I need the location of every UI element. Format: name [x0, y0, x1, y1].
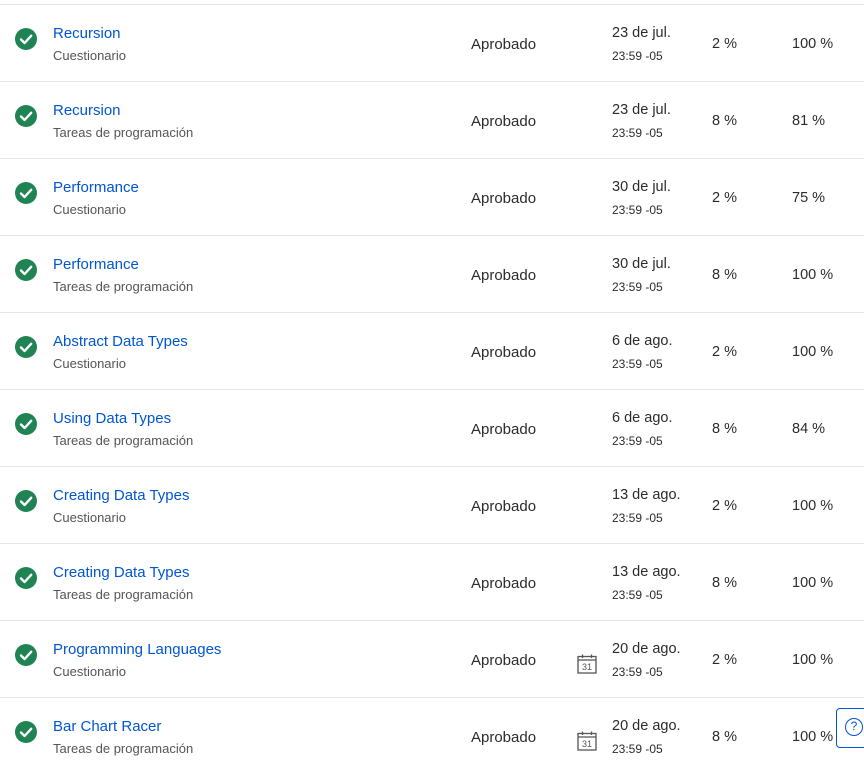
status-text: Aprobado [471, 36, 537, 53]
assignment-type: Cuestionario [53, 356, 126, 371]
status-text: Aprobado [471, 267, 537, 284]
assignment-type: Cuestionario [53, 664, 126, 679]
assignment-type: Cuestionario [53, 202, 126, 217]
due-date: 20 de ago. [612, 641, 681, 657]
due-time: 23:59 -05 [612, 49, 663, 63]
status-text: Aprobado [471, 113, 537, 130]
weight-value: 2 % [712, 344, 737, 360]
assignment-title-link[interactable]: Creating Data Types [53, 487, 189, 504]
help-button[interactable]: ? [836, 708, 864, 748]
assignment-title-link[interactable]: Bar Chart Racer [53, 718, 161, 735]
assignment-title-link[interactable]: Recursion [53, 102, 121, 119]
status-text: Aprobado [471, 498, 537, 515]
due-time: 23:59 -05 [612, 665, 663, 679]
table-row: Abstract Data Types Cuestionario Aprobad… [0, 313, 864, 390]
due-date: 30 de jul. [612, 256, 671, 272]
check-circle-icon [15, 336, 37, 358]
due-time: 23:59 -05 [612, 357, 663, 371]
weight-value: 8 % [712, 421, 737, 437]
grade-value: 84 % [792, 421, 826, 437]
table-row: Performance Cuestionario Aprobado 30 de … [0, 159, 864, 236]
assignment-title-link[interactable]: Performance [53, 179, 139, 196]
assignment-title-link[interactable]: Recursion [53, 25, 121, 42]
due-date: 23 de jul. [612, 102, 671, 118]
check-circle-icon [15, 413, 37, 435]
table-row: Creating Data Types Cuestionario Aprobad… [0, 467, 864, 544]
weight-value: 2 % [712, 652, 737, 668]
due-date: 13 de ago. [612, 487, 681, 503]
grade-value: 100 % [792, 575, 834, 591]
grade-value: 100 % [792, 652, 834, 668]
check-circle-icon [15, 644, 37, 666]
status-text: Aprobado [471, 575, 537, 592]
grade-value: 100 % [792, 344, 834, 360]
calendar-day-label: 31 [582, 739, 592, 749]
assignment-type: Cuestionario [53, 510, 126, 525]
assignment-type: Tareas de programación [53, 587, 194, 602]
assignment-type: Tareas de programación [53, 741, 194, 756]
due-date: 13 de ago. [612, 564, 681, 580]
due-time: 23:59 -05 [612, 588, 663, 602]
grade-value: 100 % [792, 729, 834, 745]
assignment-title-link[interactable]: Performance [53, 256, 139, 273]
table-row: Recursion Tareas de programación Aprobad… [0, 82, 864, 159]
help-icon: ? [845, 718, 863, 736]
weight-value: 8 % [712, 729, 737, 745]
assignments-table: Recursion Cuestionario Aprobado 23 de ju… [0, 5, 864, 774]
weight-value: 2 % [712, 498, 737, 514]
status-text: Aprobado [471, 344, 537, 361]
due-date: 23 de jul. [612, 25, 671, 41]
weight-value: 2 % [712, 190, 737, 206]
due-time: 23:59 -05 [612, 280, 663, 294]
check-circle-icon [15, 259, 37, 281]
assignment-title-link[interactable]: Using Data Types [53, 410, 171, 427]
status-text: Aprobado [471, 190, 537, 207]
status-text: Aprobado [471, 421, 537, 438]
due-date: 30 de jul. [612, 179, 671, 195]
due-time: 23:59 -05 [612, 434, 663, 448]
check-circle-icon [15, 105, 37, 127]
status-text: Aprobado [471, 729, 537, 746]
assignment-type: Tareas de programación [53, 279, 194, 294]
check-circle-icon [15, 28, 37, 50]
assignment-title-link[interactable]: Abstract Data Types [53, 333, 188, 350]
check-circle-icon [15, 721, 37, 743]
grade-value: 81 % [792, 113, 826, 129]
weight-value: 2 % [712, 36, 737, 52]
due-date: 20 de ago. [612, 718, 681, 734]
assignment-type: Tareas de programación [53, 125, 194, 140]
assignment-title-link[interactable]: Creating Data Types [53, 564, 189, 581]
grade-value: 100 % [792, 36, 834, 52]
status-text: Aprobado [471, 652, 537, 669]
check-circle-icon [15, 567, 37, 589]
check-circle-icon [15, 182, 37, 204]
table-row: Creating Data Types Tareas de programaci… [0, 544, 864, 621]
due-date: 6 de ago. [612, 410, 673, 426]
table-row: Recursion Cuestionario Aprobado 23 de ju… [0, 5, 864, 82]
calendar-icon[interactable]: 31 [577, 654, 597, 674]
grade-value: 100 % [792, 498, 834, 514]
due-time: 23:59 -05 [612, 742, 663, 756]
table-row: Programming Languages Cuestionario Aprob… [0, 621, 864, 698]
assignment-type: Cuestionario [53, 48, 126, 63]
due-time: 23:59 -05 [612, 511, 663, 525]
calendar-icon[interactable]: 31 [577, 731, 597, 751]
due-time: 23:59 -05 [612, 126, 663, 140]
grade-value: 100 % [792, 267, 834, 283]
due-time: 23:59 -05 [612, 203, 663, 217]
calendar-day-label: 31 [582, 662, 592, 672]
table-row: Performance Tareas de programación Aprob… [0, 236, 864, 313]
table-row: Bar Chart Racer Tareas de programación A… [0, 698, 864, 774]
weight-value: 8 % [712, 575, 737, 591]
weight-value: 8 % [712, 113, 737, 129]
weight-value: 8 % [712, 267, 737, 283]
table-row: Using Data Types Tareas de programación … [0, 390, 864, 467]
check-circle-icon [15, 490, 37, 512]
assignment-type: Tareas de programación [53, 433, 194, 448]
due-date: 6 de ago. [612, 333, 673, 349]
assignment-title-link[interactable]: Programming Languages [53, 641, 221, 658]
grade-value: 75 % [792, 190, 826, 206]
